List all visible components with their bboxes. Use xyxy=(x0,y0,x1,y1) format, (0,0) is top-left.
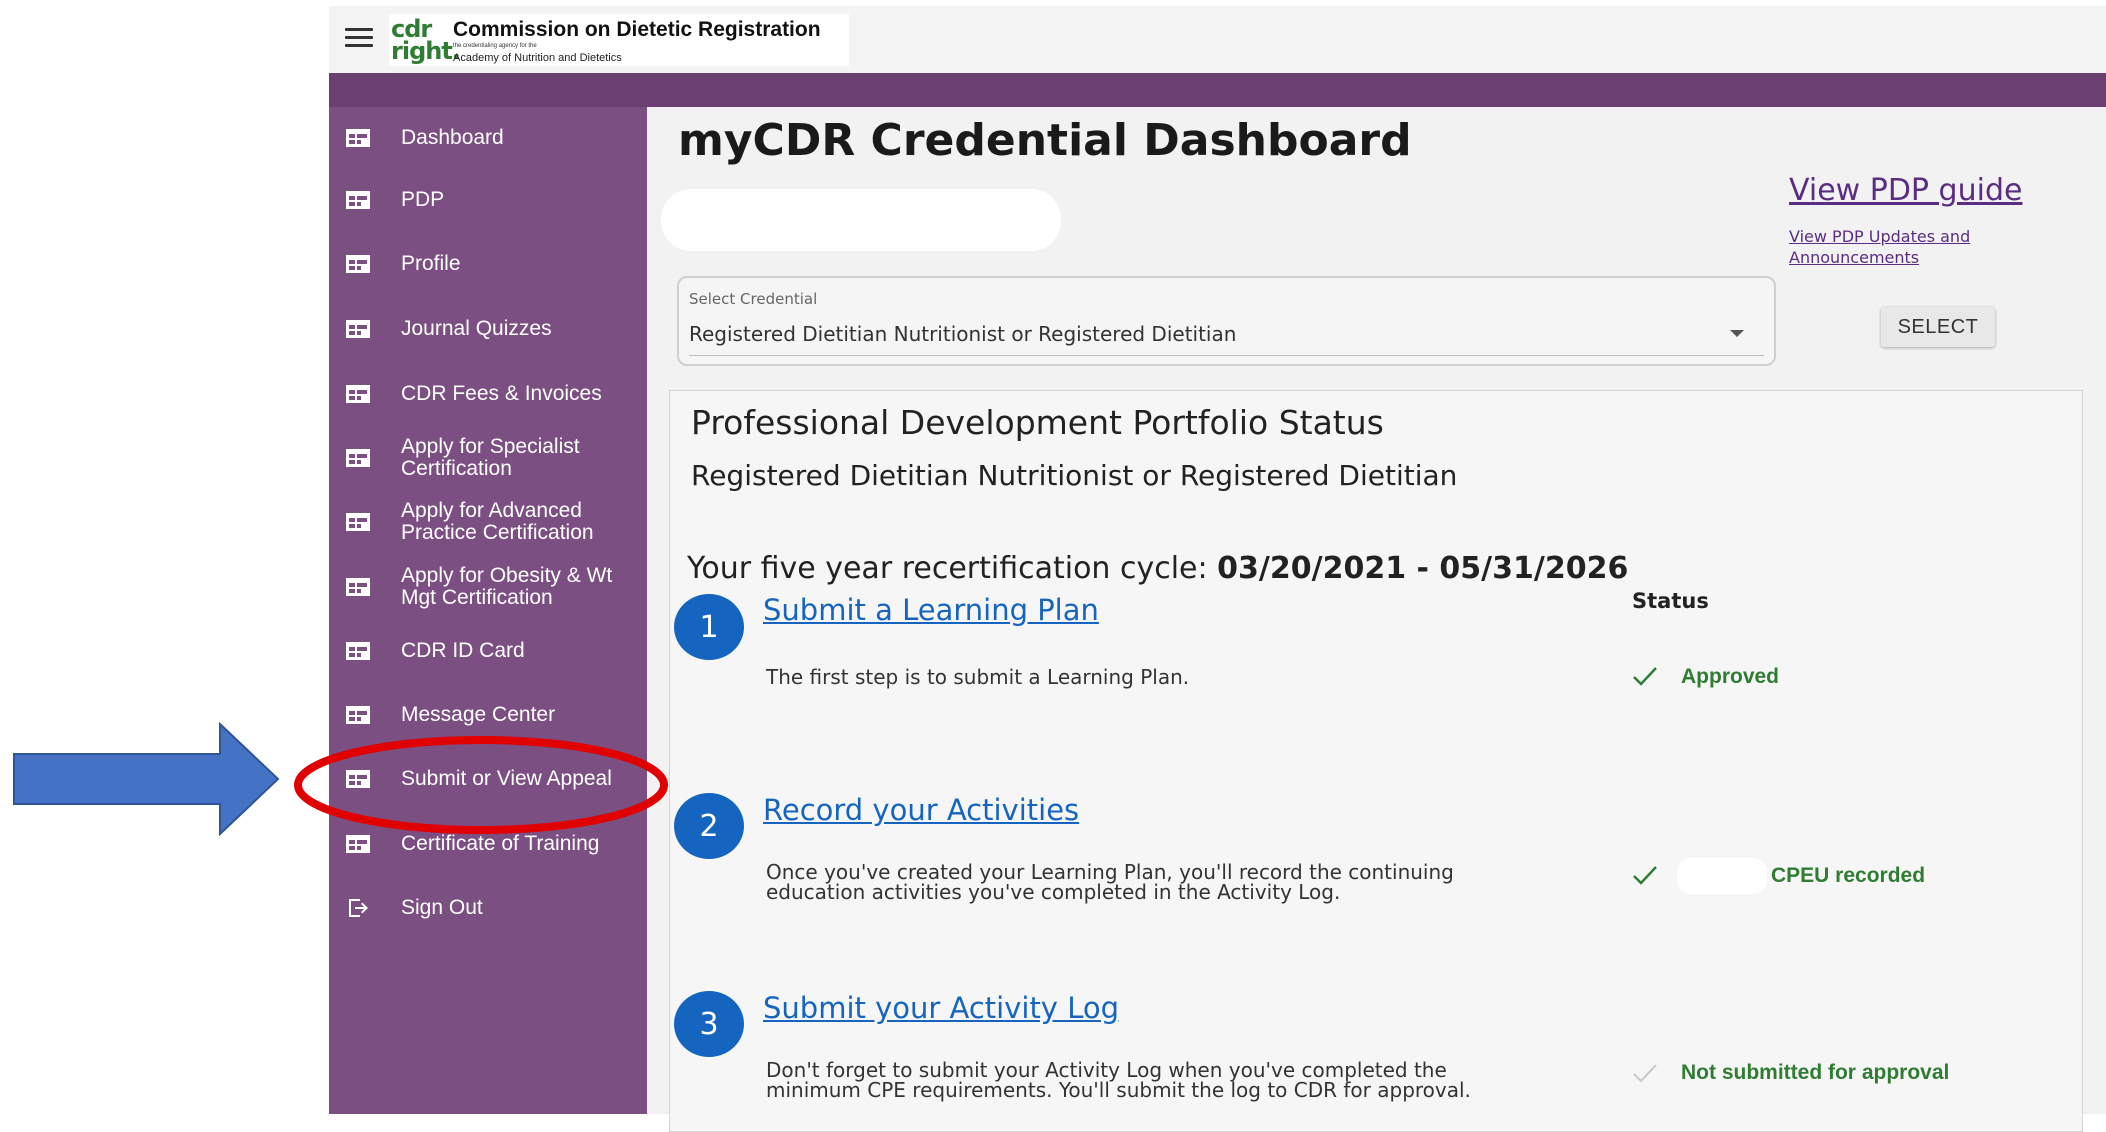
sidebar-item-profile[interactable]: Profile xyxy=(329,233,647,295)
annotation-highlight-ellipse xyxy=(294,736,668,834)
submit-learning-plan-link[interactable]: Submit a Learning Plan xyxy=(763,593,1099,627)
main-content: myCDR Credential Dashboard View PDP guid… xyxy=(647,107,2106,1132)
dashboard-icon xyxy=(346,255,370,273)
sidebar-item-label: Apply for Obesity & Wt Mgt Certification xyxy=(401,564,613,609)
dashboard-icon xyxy=(346,449,370,467)
step-description: The first step is to submit a Learning P… xyxy=(766,665,1190,689)
sidebar-item-label: Message Center xyxy=(401,703,556,726)
status-cpeu-recorded: CPEU recorded xyxy=(1771,864,1926,887)
sidebar-item-label: Apply for Advanced Practice Certificatio… xyxy=(401,499,594,544)
sidebar-item-label: Sign Out xyxy=(401,896,483,919)
dashboard-icon xyxy=(346,706,370,724)
sidebar-item-label: Profile xyxy=(401,252,461,275)
sidebar-item-journal-quizzes[interactable]: Journal Quizzes xyxy=(329,298,647,360)
select-underline xyxy=(689,355,1764,356)
credential-select[interactable]: Select Credential Registered Dietitian N… xyxy=(677,276,1776,366)
dashboard-icon xyxy=(346,513,370,531)
step-number-badge: 3 xyxy=(674,991,744,1057)
org-tagline: the credentialing agency for the xyxy=(453,43,537,49)
dashboard-icon xyxy=(346,320,370,338)
dashboard-icon xyxy=(346,191,370,209)
card-title: Professional Development Portfolio Statu… xyxy=(691,403,1384,442)
check-icon xyxy=(1633,866,1657,885)
status-not-submitted: Not submitted for approval xyxy=(1681,1061,1950,1084)
sidebar-item-specialist-certification[interactable]: Apply for Specialist Certification xyxy=(329,427,647,489)
status-header: Status xyxy=(1632,589,1709,613)
logo-mark: cdr right. xyxy=(391,15,461,65)
sidebar-item-label: Certificate of Training xyxy=(401,832,600,855)
org-name: Commission on Dietetic Registration xyxy=(453,18,821,41)
dashboard-icon xyxy=(346,835,370,853)
submit-activity-log-link[interactable]: Submit your Activity Log xyxy=(763,991,1119,1025)
credential-select-value: Registered Dietitian Nutritionist or Reg… xyxy=(689,322,1237,346)
dashboard-icon xyxy=(346,642,370,660)
sidebar-item-label: Journal Quizzes xyxy=(401,317,552,340)
card-credential: Registered Dietitian Nutritionist or Reg… xyxy=(691,459,1458,492)
sidebar-item-id-card[interactable]: CDR ID Card xyxy=(329,620,647,682)
view-pdp-updates-link[interactable]: View PDP Updates and Announcements xyxy=(1789,226,2049,268)
top-bar: cdr right. Commission on Dietetic Regist… xyxy=(329,6,2106,73)
sign-out-icon xyxy=(349,899,368,917)
credential-select-label: Select Credential xyxy=(689,290,818,308)
sidebar-item-pdp[interactable]: PDP xyxy=(329,169,647,231)
purple-banner xyxy=(329,73,2106,107)
step-number-badge: 2 xyxy=(674,793,744,859)
step-number-badge: 1 xyxy=(674,594,744,660)
view-pdp-guide-link[interactable]: View PDP guide xyxy=(1789,173,2022,208)
sidebar-item-sign-out[interactable]: Sign Out xyxy=(329,877,647,939)
sidebar-item-advanced-practice[interactable]: Apply for Advanced Practice Certificatio… xyxy=(329,491,647,553)
select-button[interactable]: SELECT xyxy=(1881,307,1995,347)
redacted-area xyxy=(661,189,1061,251)
dashboard-icon xyxy=(346,578,370,596)
page-title: myCDR Credential Dashboard xyxy=(678,115,1412,166)
step-description: Don't forget to submit your Activity Log… xyxy=(766,1058,1471,1102)
check-icon xyxy=(1633,667,1657,686)
cycle-label: Your five year recertification cycle: xyxy=(687,551,1208,586)
dashboard-icon xyxy=(346,385,370,403)
sidebar-item-obesity-certification[interactable]: Apply for Obesity & Wt Mgt Certification xyxy=(329,556,647,618)
app-window: cdr right. Commission on Dietetic Regist… xyxy=(329,6,2106,1132)
recertification-cycle: Your five year recertification cycle: 03… xyxy=(687,551,1628,586)
sidebar-item-dashboard[interactable]: Dashboard xyxy=(329,107,647,169)
chevron-down-icon xyxy=(1730,330,1744,337)
org-sub: Academy of Nutrition and Dietetics xyxy=(453,52,622,64)
sidebar-item-fees-invoices[interactable]: CDR Fees & Invoices xyxy=(329,363,647,425)
sidebar-item-label: CDR ID Card xyxy=(401,639,525,662)
cycle-dates: 03/20/2021 - 05/31/2026 xyxy=(1217,551,1629,586)
step-description: Once you've created your Learning Plan, … xyxy=(766,860,1454,904)
sidebar-item-label: Dashboard xyxy=(401,126,504,149)
pdp-status-card: Professional Development Portfolio Statu… xyxy=(669,390,2083,1132)
record-activities-link[interactable]: Record your Activities xyxy=(763,793,1079,827)
redacted-area xyxy=(1677,858,1767,894)
check-icon xyxy=(1633,1064,1657,1083)
status-approved: Approved xyxy=(1681,665,1780,688)
annotation-arrow-icon xyxy=(13,722,280,836)
cdr-logo[interactable]: cdr right. Commission on Dietetic Regist… xyxy=(389,14,849,66)
sidebar-item-label: CDR Fees & Invoices xyxy=(401,382,602,405)
sidebar: Dashboard PDP Profile Journal Quizzes CD… xyxy=(329,107,647,1114)
sidebar-item-label: Apply for Specialist Certification xyxy=(401,435,580,480)
sidebar-item-label: PDP xyxy=(401,188,445,211)
dashboard-icon xyxy=(346,129,370,147)
hamburger-menu-icon[interactable] xyxy=(345,28,373,48)
